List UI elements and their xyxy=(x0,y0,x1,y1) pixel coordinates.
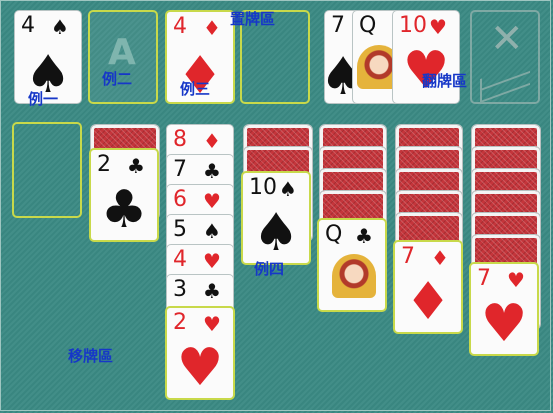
tableau-4-top-card[interactable]: 10 ♠ ♠ xyxy=(241,171,311,265)
spade-icon: ♠ xyxy=(51,15,69,39)
tableau-2-top-card[interactable]: 2 ♣ ♣ xyxy=(89,148,159,242)
diamond-icon: ♦ xyxy=(431,246,449,270)
diamond-icon: ♦ xyxy=(404,272,452,332)
label-move-area: 移牌區 xyxy=(68,347,114,365)
heart-icon: ♥ xyxy=(429,15,447,39)
club-icon: ♣ xyxy=(203,159,221,183)
heart-icon: ♥ xyxy=(480,294,528,354)
label-reserve-area: 置牌區 xyxy=(230,10,276,28)
foundation-2-slot[interactable]: A xyxy=(88,10,158,104)
card-rank: 6 xyxy=(173,187,187,212)
tableau-3-card-2[interactable]: 2 ♥ ♥ xyxy=(165,306,235,400)
diamond-icon: ♦ xyxy=(203,129,221,153)
card-rank: 7 xyxy=(331,13,345,38)
card-rank: 7 xyxy=(401,244,415,269)
tableau-5-top-card[interactable]: Q ♣ xyxy=(317,218,387,312)
spade-icon: ♠ xyxy=(252,203,300,263)
tableau-6-top-card[interactable]: 7 ♦ ♦ xyxy=(393,240,463,334)
card-rank: 4 xyxy=(21,13,35,38)
club-icon: ♣ xyxy=(127,154,145,178)
heart-icon: ♥ xyxy=(203,249,221,273)
club-icon: ♣ xyxy=(100,180,148,240)
card-rank: 10 xyxy=(249,175,277,200)
card-rank: 4 xyxy=(173,247,187,272)
card-rank: 8 xyxy=(173,127,187,152)
card-rank: 2 xyxy=(97,152,111,177)
heart-icon: ♥ xyxy=(176,338,224,398)
club-icon: ♣ xyxy=(355,224,373,248)
diamond-icon: ♦ xyxy=(203,16,221,40)
heart-icon: ♥ xyxy=(203,312,221,336)
label-flip-area: 翻牌區 xyxy=(422,72,468,90)
club-icon: ♣ xyxy=(203,279,221,303)
card-rank: 7 xyxy=(477,266,491,291)
stock-slot[interactable]: ✕ xyxy=(470,10,540,104)
label-example-3: 例三 xyxy=(180,80,211,98)
label-example-2: 例二 xyxy=(102,70,133,88)
heart-icon: ♥ xyxy=(203,189,221,213)
card-rank: 4 xyxy=(173,14,187,39)
spade-icon: ♠ xyxy=(203,219,221,243)
card-rank: 3 xyxy=(173,277,187,302)
card-rank: Q xyxy=(359,13,377,38)
spade-icon: ♠ xyxy=(279,177,297,201)
recycle-icon: ✕ xyxy=(490,16,524,62)
label-example-4: 例四 xyxy=(254,260,285,278)
tableau-7-top-card[interactable]: 7 ♥ ♥ xyxy=(469,262,539,356)
tableau-1-slot[interactable] xyxy=(12,122,82,218)
label-example-1: 例一 xyxy=(28,90,59,108)
card-rank: 2 xyxy=(173,310,187,335)
card-rank: 7 xyxy=(173,157,187,182)
card-rank: 10 xyxy=(399,13,427,38)
card-rank: 5 xyxy=(173,217,187,242)
heart-icon: ♥ xyxy=(507,268,525,292)
queen-face-icon xyxy=(332,254,376,298)
card-rank: Q xyxy=(325,222,343,247)
ace-placeholder-icon: A xyxy=(108,32,136,73)
